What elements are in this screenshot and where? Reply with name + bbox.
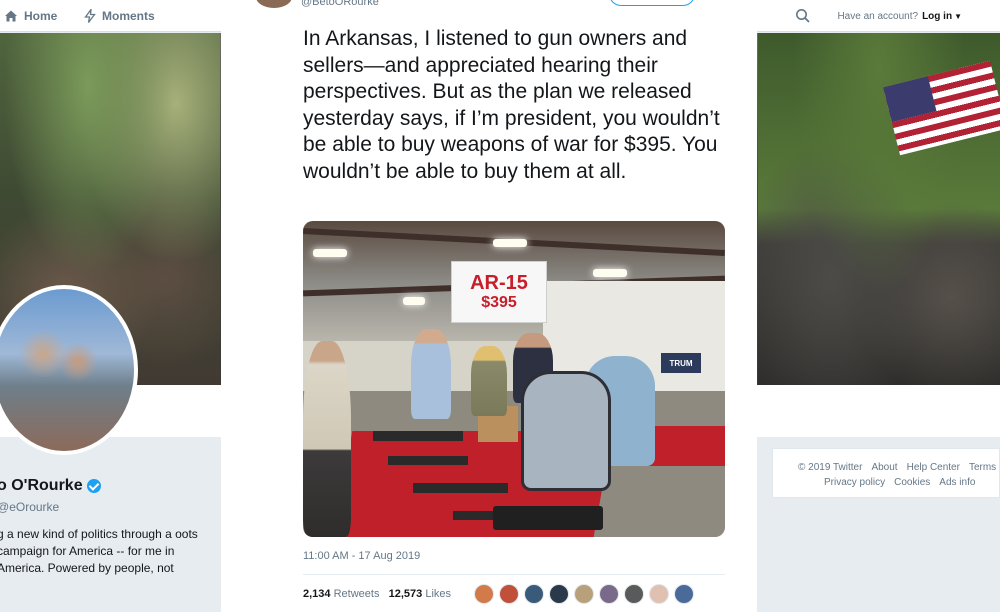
footer-ads-info[interactable]: Ads info [939, 477, 975, 488]
nav-moments-label: Moments [102, 9, 155, 23]
tweet-author-avatar[interactable] [256, 0, 292, 8]
liker-avatar[interactable] [599, 584, 619, 604]
nav-moments[interactable]: Moments [84, 0, 155, 32]
sign-line2: $395 [481, 294, 517, 311]
photo-gun [388, 456, 468, 465]
likes-count: 12,573 [388, 588, 423, 600]
tweet-timestamp[interactable]: 11:00 AM - 17 Aug 2019 [303, 550, 420, 562]
profile-name[interactable]: o O'Rourke [0, 477, 101, 495]
account-prompt: Have an account? [837, 10, 919, 22]
profile-name-text: o O'Rourke [0, 477, 83, 494]
photo-light [313, 249, 347, 257]
liker-avatar[interactable] [549, 584, 569, 604]
footer-privacy[interactable]: Privacy policy [824, 477, 885, 488]
photo-clear-backpack [521, 371, 611, 491]
footer-copyright: © 2019 Twitter [798, 462, 863, 473]
photo-banner: TRUM [661, 353, 701, 373]
photo-light [593, 269, 627, 277]
retweets-label: Retweets [333, 588, 380, 600]
search-icon[interactable] [795, 8, 811, 24]
likes-stat[interactable]: 12,573 Likes [389, 588, 451, 600]
tweet-author-handle[interactable]: @BetoORourke [301, 0, 379, 8]
photo-gun [373, 431, 463, 441]
photo-case [493, 506, 603, 530]
footer-about[interactable]: About [871, 462, 897, 473]
photo-light [493, 239, 527, 247]
lightning-icon [84, 9, 96, 23]
tweet-permalink-modal: @BetoORourke In Arkansas, I listened to … [221, 0, 757, 612]
footer-help-center[interactable]: Help Center [907, 462, 960, 473]
nav-account: Have an account? Log in ▼ [795, 0, 1000, 32]
footer-cookies[interactable]: Cookies [894, 477, 930, 488]
footer-links: © 2019 Twitter About Help Center Terms Priv… [798, 460, 1000, 490]
profile-handle-text: eOrourke [9, 500, 60, 514]
tweet-divider [303, 574, 725, 575]
liker-avatar[interactable] [574, 584, 594, 604]
likers-avatars [474, 584, 699, 604]
nav-home-label: Home [24, 9, 58, 23]
liker-avatar[interactable] [624, 584, 644, 604]
tweet-photo[interactable]: TRUM AR-15 $395 [303, 221, 725, 537]
photo-gun [413, 483, 508, 493]
photo-person [411, 329, 451, 419]
home-icon [5, 10, 17, 22]
liker-avatar[interactable] [474, 584, 494, 604]
liker-avatar[interactable] [524, 584, 544, 604]
profile-bio: g a new kind of politics through a oots … [0, 527, 198, 575]
tweet-text: In Arkansas, I listened to gun owners an… [303, 27, 720, 183]
login-link[interactable]: Log in [922, 11, 952, 22]
sign-line1: AR-15 [470, 272, 528, 294]
tweet-stats: 2,134 Retweets 12,573 Likes [303, 588, 451, 600]
likes-label: Likes [425, 588, 452, 600]
photo-person [471, 346, 507, 416]
chevron-down-icon[interactable]: ▼ [954, 12, 962, 21]
liker-avatar[interactable] [499, 584, 519, 604]
retweets-count: 2,134 [303, 588, 331, 600]
nav-home[interactable]: Home [4, 0, 57, 32]
follow-button[interactable] [609, 0, 695, 6]
ar15-price-sign: AR-15 $395 [451, 261, 547, 323]
liker-avatar[interactable] [674, 584, 694, 604]
retweet-stat[interactable]: 2,134 Retweets [303, 588, 379, 600]
verified-badge-icon [86, 479, 101, 493]
photo-person [303, 341, 351, 537]
photo-light [403, 297, 425, 305]
profile-handle[interactable]: @eOrourke [0, 500, 59, 514]
liker-avatar[interactable] [649, 584, 669, 604]
footer-terms[interactable]: Terms [969, 462, 996, 473]
